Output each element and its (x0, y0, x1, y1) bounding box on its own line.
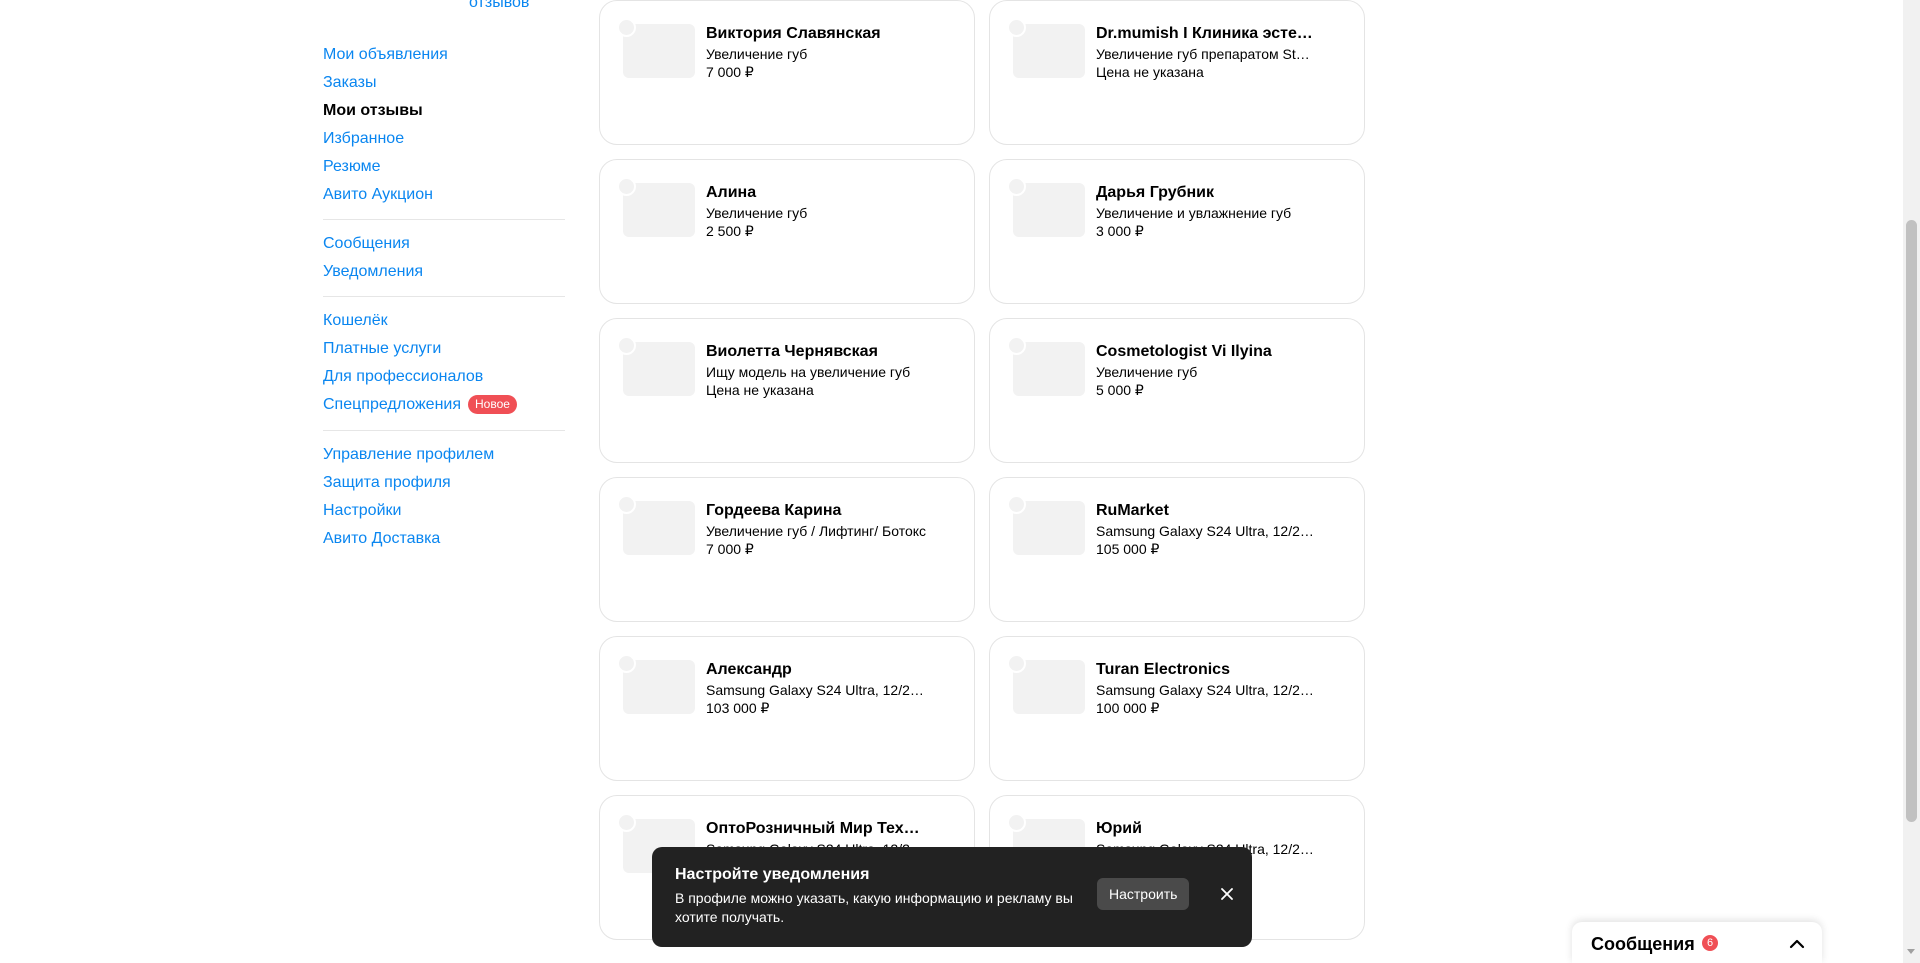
card-seller-name: Cosmetologist Vi Ilyina (1096, 343, 1272, 360)
card-price: 7 000 ₽ (706, 541, 754, 557)
card-price: 3 000 ₽ (1096, 223, 1144, 239)
review-card[interactable]: RuMarket Samsung Galaxy S24 Ultra, 12/256… (989, 477, 1365, 622)
sidebar-item-orders[interactable]: Заказы (323, 69, 565, 97)
card-item-title: Ищу модель на увеличение губ (706, 364, 911, 380)
card-seller-name: Юрий (1096, 820, 1142, 837)
card-seller-name: Гордеева Карина (706, 502, 842, 519)
scroll-down-icon[interactable] (1907, 949, 1915, 954)
sidebar-item-messages[interactable]: Сообщения (323, 230, 565, 258)
sidebar-item-profile-management[interactable]: Управление профилем (323, 441, 565, 469)
review-card[interactable]: Виктория Славянская Увеличение губ 7 000 ₽ (599, 0, 975, 145)
card-item-title: Samsung Galaxy S24 Ultra, 12/256 ГБ (1096, 523, 1316, 539)
card-price: 2 500 ₽ (706, 223, 754, 239)
close-icon-glyph (1221, 888, 1233, 900)
avatar (1007, 495, 1026, 514)
review-card[interactable]: Turan Electronics Samsung Galaxy S24 Ultr… (989, 636, 1365, 781)
review-card[interactable]: Виолетта Чернявская Ищу модель на увеличе… (599, 318, 975, 463)
card-seller-name: Дарья Грубник (1096, 184, 1214, 201)
card-item-title: Увеличение губ (706, 205, 808, 221)
sidebar-group-messages: Сообщения Уведомления (323, 230, 565, 286)
close-icon[interactable] (1215, 882, 1239, 906)
review-card[interactable]: Гордеева Карина Увеличение губ / Лифтинг/… (599, 477, 975, 622)
card-seller-name: Dr.mumish I Клиника эстетической медицин… (1096, 25, 1316, 42)
sidebar-divider (323, 219, 565, 220)
card-item-title: Samsung Galaxy S24 Ultra, 12/256 ГБ (1096, 682, 1316, 698)
messages-bar-label: Сообщения (1591, 934, 1695, 954)
card-item-title: Samsung Galaxy S24 Ultra, 12/256 ГБ (706, 682, 926, 698)
card-price: 105 000 ₽ (1096, 541, 1160, 557)
sidebar-item-special-offers[interactable]: Спецпредложения Новое (323, 391, 565, 419)
messages-bar[interactable]: Сообщения 6 (1572, 922, 1822, 963)
sidebar-item-for-professionals[interactable]: Для профессионалов (323, 363, 565, 391)
review-card[interactable]: Cosmetologist Vi Ilyina Увеличение губ 5 0… (989, 318, 1365, 463)
card-seller-name: Виолетта Чернявская (706, 343, 878, 360)
sidebar-item-my-reviews[interactable]: Мои отзывы (323, 97, 565, 125)
card-price: 103 000 ₽ (706, 700, 770, 716)
card-price: 100 000 ₽ (1096, 700, 1160, 716)
sidebar-group-profile: Управление профилем Защита профиля Настр… (323, 441, 565, 553)
scrollbar[interactable] (1903, 0, 1920, 963)
sidebar-divider (323, 430, 565, 431)
review-card[interactable]: Dr.mumish I Клиника эстетической медицин… (989, 0, 1365, 145)
avatar (1007, 336, 1026, 355)
sidebar-item-delivery[interactable]: Авито Доставка (323, 525, 565, 553)
card-seller-name: Алина (706, 184, 757, 201)
new-badge: Новое (468, 395, 517, 414)
unread-count-badge: 6 (1702, 935, 1718, 951)
card-seller-name: Turan Electronics (1096, 661, 1230, 678)
avatar (1007, 177, 1026, 196)
sidebar-item-wallet[interactable]: Кошелёк (323, 307, 565, 335)
avatar (617, 495, 636, 514)
avatar (617, 813, 636, 832)
review-card[interactable]: Александр Samsung Galaxy S24 Ultra, 12/25… (599, 636, 975, 781)
sidebar-item-resume[interactable]: Резюме (323, 153, 565, 181)
card-price: Цена не указана (1096, 64, 1204, 80)
avatar (1007, 813, 1026, 832)
reviews-count-link[interactable]: отзывов (469, 0, 529, 12)
sidebar-item-label: Спецпредложения (323, 396, 461, 413)
sidebar-group-finance: Кошелёк Платные услуги Для профессионало… (323, 307, 565, 419)
card-item-title: Увеличение губ (1096, 364, 1198, 380)
review-card[interactable]: Алина Увеличение губ 2 500 ₽ (599, 159, 975, 304)
card-item-title: Увеличение губ (706, 46, 808, 62)
sidebar-item-my-ads[interactable]: Мои объявления (323, 41, 565, 69)
review-card[interactable]: Дарья Грубник Увеличение и увлажнение губ… (989, 159, 1365, 304)
sidebar-item-settings[interactable]: Настройки (323, 497, 565, 525)
notification-settings-toast: Настройте уведомления В профиле можно ук… (652, 847, 1252, 947)
card-item-title: Увеличение губ / Лифтинг/ Ботокс (706, 523, 926, 539)
card-seller-name: RuMarket (1096, 502, 1169, 519)
card-price: 7 000 ₽ (706, 64, 754, 80)
sidebar-group-main: Мои объявления Заказы Мои отзывы Избранн… (323, 41, 565, 209)
sidebar-item-auction[interactable]: Авито Аукцион (323, 181, 565, 209)
scrollbar-thumb[interactable] (1906, 220, 1917, 822)
avatar (617, 18, 636, 37)
card-item-title: Увеличение губ препаратом Stylage (1096, 46, 1316, 62)
card-seller-name: Виктория Славянская (706, 25, 881, 42)
card-seller-name: ОптоРозничный Мир Техники (706, 820, 926, 837)
avatar (617, 336, 636, 355)
sidebar-item-paid-services[interactable]: Платные услуги (323, 335, 565, 363)
card-seller-name: Александр (706, 661, 792, 678)
card-price: Цена не указана (706, 382, 814, 398)
sidebar-item-profile-protection[interactable]: Защита профиля (323, 469, 565, 497)
card-price: 5 000 ₽ (1096, 382, 1144, 398)
toast-title: Настройте уведомления (675, 866, 870, 883)
configure-button[interactable]: Настроить (1097, 878, 1190, 910)
card-item-title: Увеличение и увлажнение губ (1096, 205, 1292, 221)
page: отзывов Мои объявления Заказы Мои отзывы… (0, 0, 1920, 963)
avatar (1007, 654, 1026, 673)
chevron-up-icon[interactable] (1785, 932, 1809, 956)
avatar (617, 177, 636, 196)
avatar (617, 654, 636, 673)
chevron-up-glyph (1789, 939, 1805, 949)
sidebar-item-favorites[interactable]: Избранное (323, 125, 565, 153)
toast-text: В профиле можно указать, какую информаци… (675, 890, 1073, 925)
sidebar-item-notifications[interactable]: Уведомления (323, 258, 565, 286)
avatar (1007, 18, 1026, 37)
sidebar-divider (323, 296, 565, 297)
